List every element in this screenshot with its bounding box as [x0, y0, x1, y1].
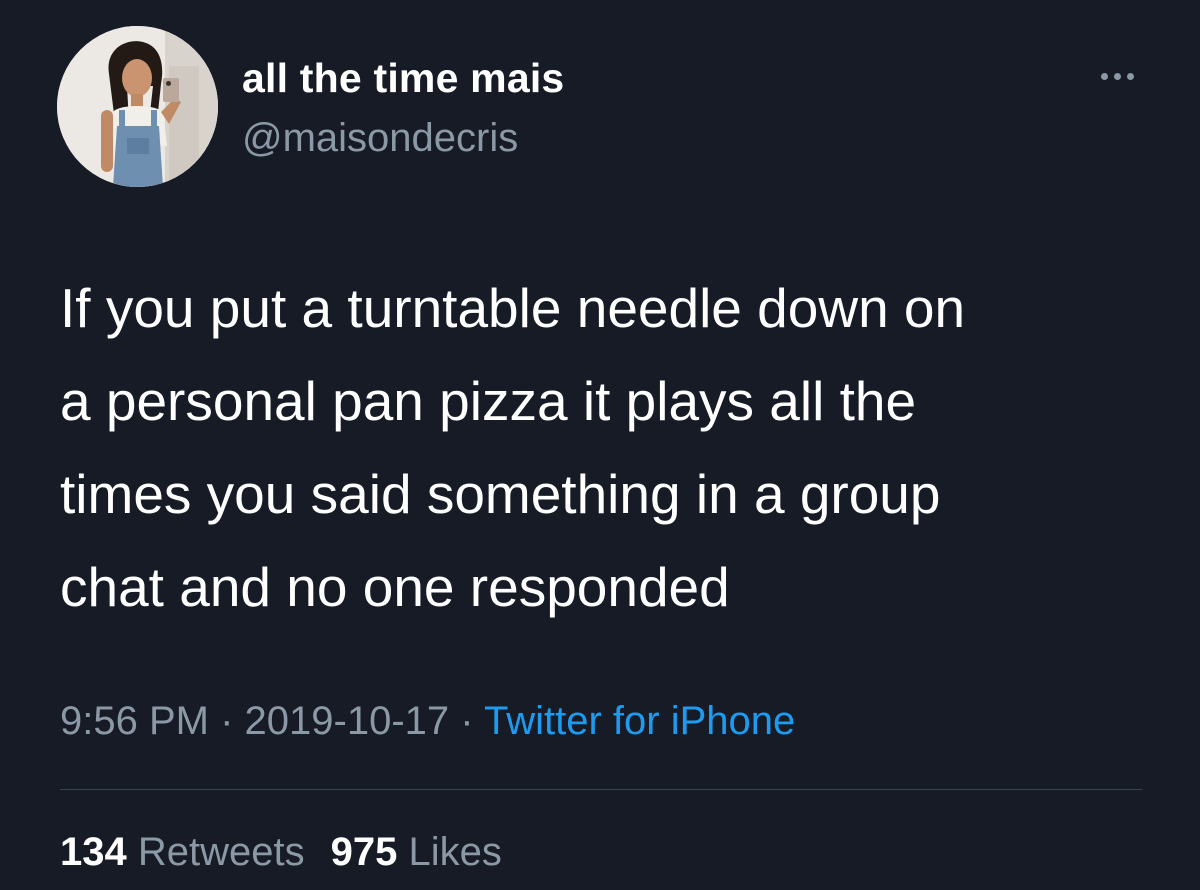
likes-count: 975: [330, 830, 398, 874]
tweet-date[interactable]: 2019-10-17: [245, 699, 450, 743]
user-handle[interactable]: @maisondecris: [242, 114, 518, 162]
tweet-metadata: 9:56 PM · 2019-10-17 · Twitter for iPhon…: [60, 695, 795, 747]
divider: [60, 789, 1142, 790]
tweet-text-line: a personal pan pizza it plays all the: [60, 370, 917, 432]
tweet-text: If you put a turntable needle down on a …: [60, 262, 1160, 634]
avatar[interactable]: [57, 26, 218, 187]
more-horizontal-icon-dot: [1126, 72, 1134, 80]
retweets-label: Retweets: [137, 830, 305, 874]
retweets-stat[interactable]: 134 Retweets: [60, 830, 305, 874]
tweet-source-link[interactable]: Twitter for iPhone: [484, 699, 795, 743]
likes-label: Likes: [408, 830, 502, 874]
tweet-time[interactable]: 9:56 PM: [60, 699, 209, 743]
tweet-text-line: times you said something in a group: [60, 463, 941, 525]
tweet-text-line: If you put a turntable needle down on: [60, 277, 966, 339]
retweets-count: 134: [60, 830, 127, 874]
more-horizontal-icon: [1100, 72, 1108, 80]
display-name[interactable]: all the time mais: [242, 54, 564, 102]
more-options-button[interactable]: [1090, 58, 1144, 94]
tweet-text-line: chat and no one responded: [60, 556, 730, 618]
meta-separator: ·: [220, 699, 234, 743]
meta-separator: ·: [460, 699, 474, 743]
likes-stat[interactable]: 975 Likes: [331, 830, 502, 874]
engagement-stats: 134 Retweets 975 Likes: [60, 826, 502, 878]
tweet-card: all the time mais @maisondecris If you p…: [0, 0, 1200, 890]
more-horizontal-icon-dot: [1113, 72, 1121, 80]
